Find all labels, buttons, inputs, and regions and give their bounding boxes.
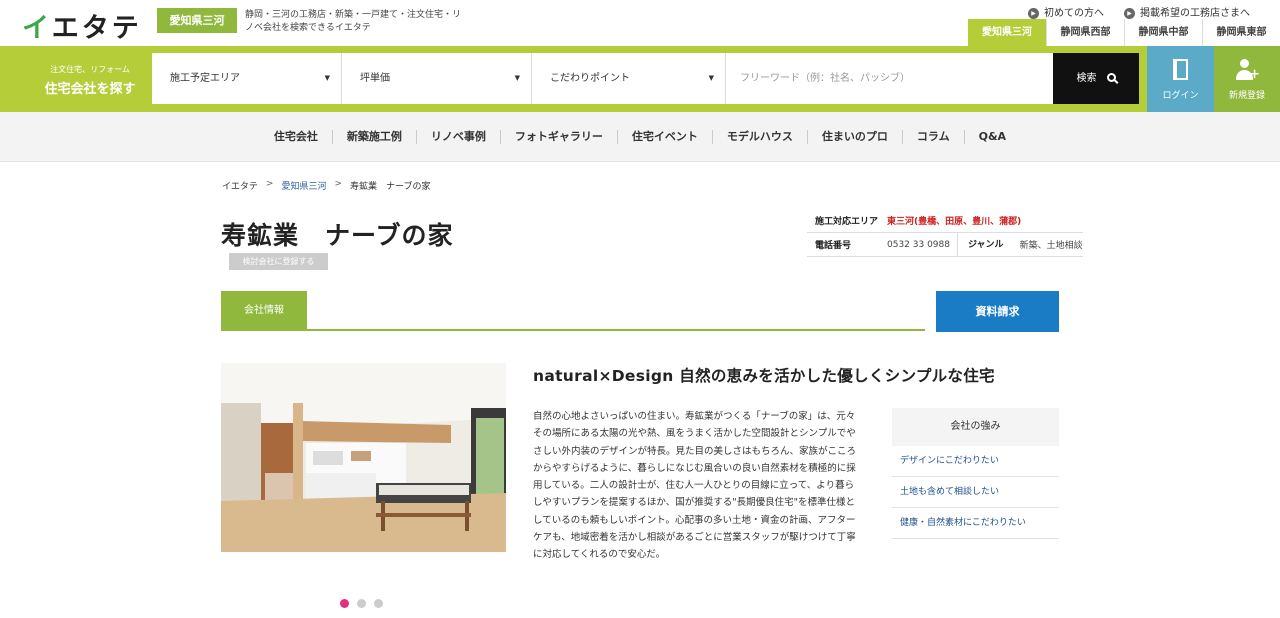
search-label: 注文住宅、リフォーム 住宅会社を探す [38,64,142,97]
genre-value: 新築、土地相談 [1019,241,1083,251]
top-links: 初めての方へ 掲載希望の工務店さまへ [1028,4,1250,19]
slider-dot-3[interactable] [374,599,383,608]
price-select-label: 坪単価 [360,73,390,84]
info-row-area: 施工対応エリア 東三河(豊橋、田原、豊川、蒲郡) [807,209,1083,233]
info-row-phone: 電話番号 0532 33 0988 ジャンル 新築、土地相談 [807,232,1083,257]
door-icon [1173,59,1188,80]
login-label: ログイン [1162,91,1199,101]
register-label: 新規登録 [1228,91,1265,101]
region-tab-mikawa[interactable]: 愛知県三河 [968,19,1046,46]
content-headline: natural×Design 自然の恵みを活かした優しくシンプルな住宅 [533,367,995,385]
breadcrumb-separator: > [334,179,343,189]
login-button[interactable]: ログイン [1147,46,1214,112]
company-strengths: 会社の強み デザインにこだわりたい 土地も含めて相談したい 健康・自然素材にこだ… [892,408,1059,539]
search-label-big: 住宅会社を探す [44,82,136,97]
search-label-small: 注文住宅、リフォーム [50,65,130,74]
region-tab-shizuoka-west[interactable]: 静岡県西部 [1046,19,1124,46]
breadcrumb: イエタテ > 愛知県三河 > 寿鉱業 ナーブの家 [222,179,431,192]
nav-renovations[interactable]: リノベ事例 [417,129,501,144]
freeword-input[interactable] [726,53,1053,104]
price-select[interactable]: 坪単価 ▼ [342,53,532,104]
site-tagline: 静岡・三河の工務店・新築・一戸建て・注文住宅・リノベ会社を検索できるイエタテ [245,10,462,33]
phone-value[interactable]: 0532 33 0988 [887,240,957,250]
strength-item-natural[interactable]: 健康・自然素材にこだわりたい [892,508,1059,539]
feature-select-label: こだわりポイント [550,73,630,84]
nav-companies[interactable]: 住宅会社 [260,129,333,144]
genre-label: ジャンル [957,232,1014,257]
search-button[interactable]: 検索 [1053,53,1139,104]
link-for-builders[interactable]: 掲載希望の工務店さまへ [1124,4,1250,19]
tab-company-info[interactable]: 会社情報 [221,291,307,331]
region-tabs: 愛知県三河 静岡県西部 静岡県中部 静岡県東部 [968,19,1280,46]
nav-model-houses[interactable]: モデルハウス [713,129,808,144]
main-nav: 住宅会社 新築施工例 リノベ事例 フォトギャラリー 住宅イベント モデルハウス … [0,112,1280,162]
region-tab-shizuoka-central[interactable]: 静岡県中部 [1124,19,1202,46]
strength-item-land[interactable]: 土地も含めて相談したい [892,477,1059,508]
area-select[interactable]: 施工予定エリア ▼ [152,53,342,104]
link-first-time[interactable]: 初めての方へ [1028,4,1104,19]
nav-events[interactable]: 住宅イベント [618,129,713,144]
slider-dot-1[interactable] [340,599,349,608]
caret-down-icon: ▼ [324,74,330,82]
content-body: 自然の心地よさいっぱいの住まい。寿鉱業がつくる「ナーブの家」は、元々その場所にあ… [533,411,857,561]
area-value: 東三河(豊橋、田原、豊川、蒲郡) [887,217,1022,227]
breadcrumb-region[interactable]: 愛知県三河 [281,179,326,192]
strength-item-design[interactable]: デザインにこだわりたい [892,446,1059,477]
register-button[interactable]: + 新規登録 [1214,46,1280,112]
nav-photo-gallery[interactable]: フォトギャラリー [501,129,618,144]
region-tab-shizuoka-east[interactable]: 静岡県東部 [1202,19,1280,46]
breadcrumb-separator: > [265,179,274,189]
nav-professionals[interactable]: 住まいのプロ [808,129,903,144]
area-select-label: 施工予定エリア [170,73,240,84]
breadcrumb-current: 寿鉱業 ナーブの家 [350,182,431,192]
current-region-badge[interactable]: 愛知県三河 [157,8,237,33]
company-info-table: 施工対応エリア 東三河(豊橋、田原、豊川、蒲郡) 電話番号 0532 33 09… [807,209,1083,257]
search-bar: 注文住宅、リフォーム 住宅会社を探す 施工予定エリア ▼ 坪単価 ▼ こだわりポイン… [0,46,1280,112]
slider-dots [340,599,383,608]
slider-dot-2[interactable] [357,599,366,608]
search-button-label: 検索 [1076,73,1097,84]
area-label: 施工対応エリア [815,217,879,227]
nav-qa[interactable]: Q&A [965,130,1020,144]
phone-label: 電話番号 [815,241,852,251]
caret-down-icon: ▼ [708,74,714,82]
request-materials-button[interactable]: 資料請求 [936,291,1059,332]
house-photo[interactable] [221,363,506,552]
breadcrumb-home[interactable]: イエタテ [222,179,258,192]
add-user-icon: + [1236,59,1260,81]
nav-column[interactable]: コラム [903,129,965,144]
logo-text: エタテ [51,13,142,44]
search-icon [1106,73,1116,82]
strengths-title: 会社の強み [892,408,1059,446]
interior-photo-illustration [221,363,506,552]
add-favorite-button[interactable]: 検討会社に登録する [229,253,328,270]
nav-new-builds[interactable]: 新築施工例 [333,129,417,144]
page-title: 寿鉱業 ナーブの家 [221,221,454,250]
top-bar: イエタテ 愛知県三河 静岡・三河の工務店・新築・一戸建て・注文住宅・リノベ会社を… [0,0,1280,46]
feature-select[interactable]: こだわりポイント ▼ [532,53,726,104]
tab-underline [221,329,925,331]
site-logo[interactable]: イエタテ [22,6,142,45]
caret-down-icon: ▼ [514,74,520,82]
